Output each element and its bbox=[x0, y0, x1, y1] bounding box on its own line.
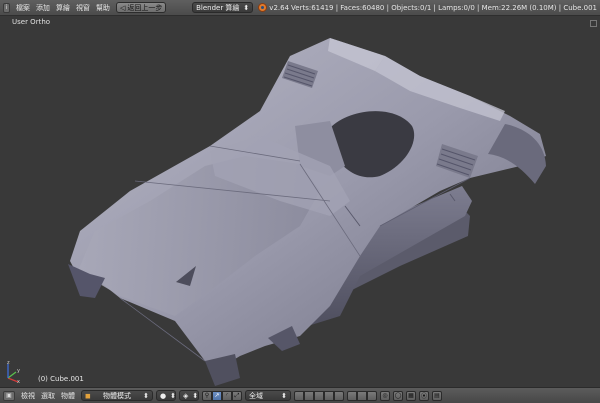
translate-icon[interactable]: ↗ bbox=[212, 390, 222, 401]
cube-icon: ▣ bbox=[6, 392, 12, 399]
view3d-menu: 檢視 選取 物體 bbox=[18, 391, 78, 401]
menu-object[interactable]: 物體 bbox=[58, 391, 78, 401]
top-menu: 檔案 添加 算繪 視窗 幫助 bbox=[13, 3, 113, 13]
grid-snap-icon[interactable]: ▤ bbox=[432, 390, 442, 401]
manipulator-toggle-icon[interactable]: ⚲ bbox=[202, 390, 212, 401]
render-engine-select[interactable]: Blender 算繪 ⬍ bbox=[192, 2, 254, 13]
scale-icon[interactable]: ⤢ bbox=[232, 390, 242, 401]
menu-view[interactable]: 檢視 bbox=[18, 391, 38, 401]
proportional-edit-icon[interactable]: ◯ bbox=[393, 390, 403, 401]
scene-stats: v2.64 Verts:61419 | Faces:60480 | Object… bbox=[258, 3, 597, 12]
editor-type-button[interactable]: i bbox=[3, 2, 10, 13]
mode-select[interactable]: ◼ 物體模式 ⬍ bbox=[81, 390, 153, 401]
layer-8-button[interactable] bbox=[367, 390, 377, 401]
mode-value: 物體模式 bbox=[102, 391, 131, 400]
version-label: v2.64 bbox=[269, 3, 290, 12]
svg-text:x: x bbox=[17, 379, 20, 384]
3d-view-header: ▣ 檢視 選取 物體 ◼ 物體模式 ⬍ ● ⬍ ◈ ⬍ ⚲ ↗ ◜ ⤢ 全域 ⬍ bbox=[0, 387, 600, 403]
object-mode-icon: ◼ bbox=[85, 391, 91, 400]
layer-4-button[interactable] bbox=[324, 390, 334, 401]
menu-render[interactable]: 算繪 bbox=[53, 3, 73, 13]
layer-buttons bbox=[294, 390, 344, 401]
car-body-mesh[interactable] bbox=[0, 16, 600, 387]
info-icon: i bbox=[5, 4, 8, 11]
orientation-select[interactable]: 全域 ⬍ bbox=[245, 390, 291, 401]
axis-gizmo-icon: z y x bbox=[7, 360, 20, 384]
pivot-select[interactable]: ◈ ⬍ bbox=[179, 390, 199, 401]
blender-logo-icon bbox=[258, 3, 268, 12]
info-header: i 檔案 添加 算繪 視窗 幫助 ◁ 返回上一步 Blender 算繪 ⬍ v2… bbox=[0, 0, 600, 16]
stats-text: Verts:61419 | Faces:60480 | Objects:0/1 … bbox=[291, 3, 597, 12]
manipulator-group: ⚲ ↗ ◜ ⤢ bbox=[202, 390, 242, 401]
rotate-icon[interactable]: ◜ bbox=[222, 390, 232, 401]
orientation-value: 全域 bbox=[249, 391, 263, 400]
menu-add[interactable]: 添加 bbox=[33, 3, 53, 13]
active-object-label: (0) Cube.001 bbox=[38, 375, 84, 383]
svg-text:z: z bbox=[7, 360, 10, 366]
snap-icon[interactable]: ⦿ bbox=[419, 390, 429, 401]
layer-6-button[interactable] bbox=[347, 390, 357, 401]
chevron-updown-icon: ⬍ bbox=[243, 3, 250, 12]
chevron-updown-icon: ⬍ bbox=[143, 391, 149, 400]
lock-camera-icon[interactable]: ◎ bbox=[380, 390, 390, 401]
back-button-label: 返回上一步 bbox=[127, 3, 163, 12]
chevron-updown-icon: ⬍ bbox=[192, 391, 199, 400]
chevron-updown-icon: ⬍ bbox=[281, 391, 287, 400]
back-icon: ◁ bbox=[119, 3, 126, 12]
svg-text:y: y bbox=[17, 368, 20, 374]
layer-5-button[interactable] bbox=[334, 390, 344, 401]
menu-file[interactable]: 檔案 bbox=[13, 3, 33, 13]
solid-shading-icon: ● bbox=[160, 391, 167, 400]
layer-buttons-2 bbox=[347, 390, 377, 401]
shading-select[interactable]: ● ⬍ bbox=[156, 390, 176, 401]
render-engine-value: Blender 算繪 bbox=[196, 3, 240, 12]
layer-1-button[interactable] bbox=[294, 390, 304, 401]
layer-2-button[interactable] bbox=[304, 390, 314, 401]
blender-window: i 檔案 添加 算繪 視窗 幫助 ◁ 返回上一步 Blender 算繪 ⬍ v2… bbox=[0, 0, 600, 403]
menu-window[interactable]: 視窗 bbox=[73, 3, 93, 13]
3d-viewport[interactable]: User Ortho z y x (0) Cube.001 bbox=[0, 16, 600, 387]
menu-select[interactable]: 選取 bbox=[38, 391, 58, 401]
layer-3-button[interactable] bbox=[314, 390, 324, 401]
view3d-editor-type-button[interactable]: ▣ bbox=[3, 390, 15, 401]
back-button[interactable]: ◁ 返回上一步 bbox=[115, 2, 167, 13]
menu-help[interactable]: 幫助 bbox=[93, 3, 113, 13]
layer-7-button[interactable] bbox=[357, 390, 367, 401]
render-preview-icon[interactable]: ▦ bbox=[406, 390, 416, 401]
chevron-updown-icon: ⬍ bbox=[170, 391, 176, 400]
pivot-icon: ◈ bbox=[183, 391, 189, 400]
